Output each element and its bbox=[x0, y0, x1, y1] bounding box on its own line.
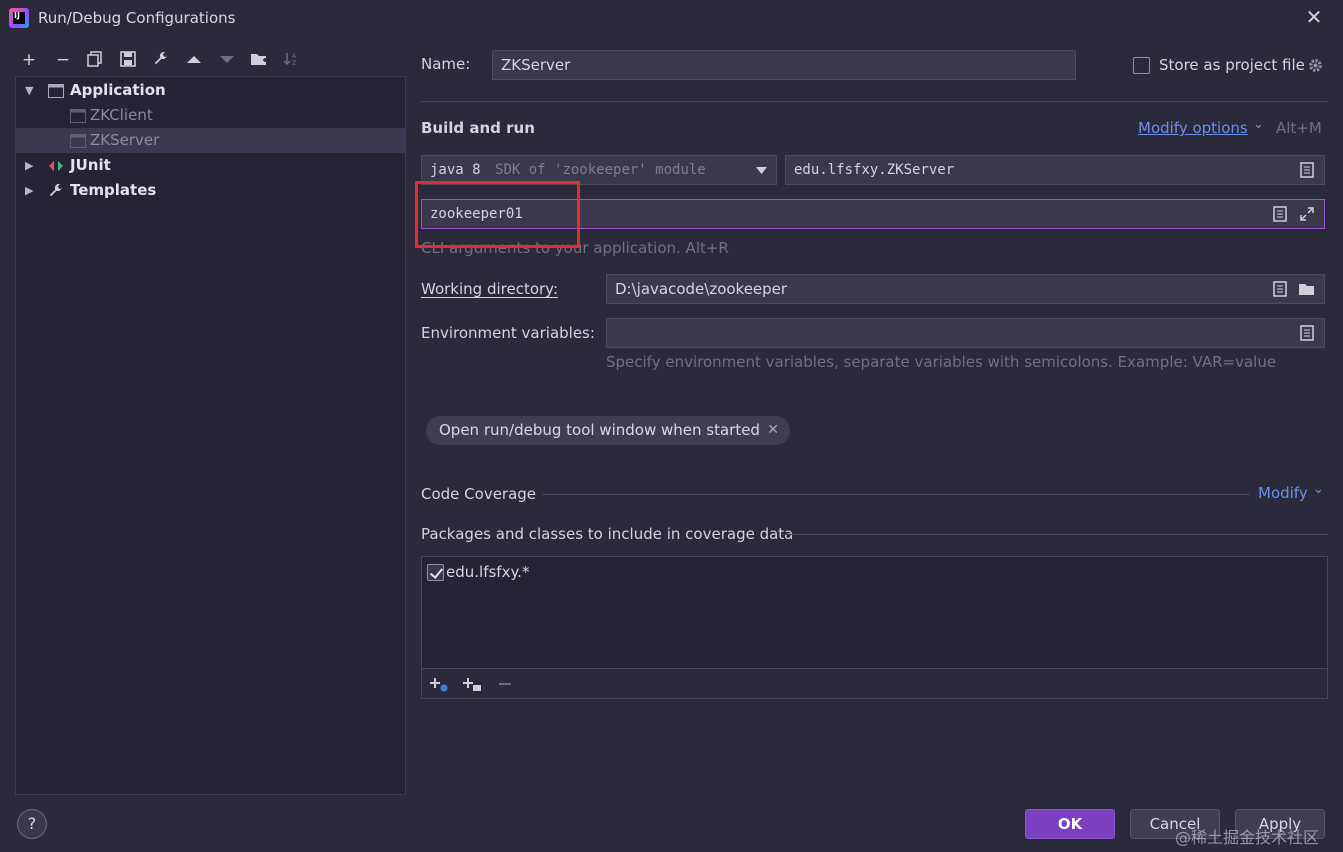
tree-item-zkserver[interactable]: ZKServer bbox=[16, 128, 405, 153]
application-icon bbox=[70, 109, 86, 123]
chevron-down-icon[interactable]: ▼ bbox=[25, 78, 37, 103]
modify-options-link[interactable]: Modify options bbox=[1138, 119, 1248, 137]
title-bar: IJ Run/Debug Configurations ✕ bbox=[0, 0, 1343, 38]
code-coverage-header: Code Coverage bbox=[421, 485, 537, 503]
watermark: @稀土掘金技术社区 bbox=[1175, 828, 1320, 847]
coverage-modify-link[interactable]: Modify bbox=[1258, 484, 1308, 502]
move-up-icon[interactable] bbox=[183, 48, 205, 72]
coverage-pattern-checkbox[interactable] bbox=[427, 564, 444, 581]
expand-icon[interactable] bbox=[1299, 206, 1315, 222]
copy-icon[interactable] bbox=[84, 48, 106, 72]
add-package-icon[interactable] bbox=[462, 676, 482, 692]
build-and-run-header: Build and run bbox=[421, 119, 535, 137]
store-as-project-file-checkbox[interactable] bbox=[1133, 57, 1150, 74]
browse-icon[interactable] bbox=[1272, 206, 1288, 222]
tree-group-application[interactable]: ▼ Application bbox=[16, 78, 405, 103]
main-class-input[interactable]: edu.lfsfxy.ZKServer bbox=[785, 155, 1325, 185]
remove-icon[interactable]: − bbox=[52, 48, 74, 72]
sort-icon[interactable]: AZ bbox=[280, 48, 302, 72]
coverage-packages-label: Packages and classes to include in cover… bbox=[421, 525, 794, 543]
modify-options-shortcut: Alt+M bbox=[1276, 119, 1322, 137]
separator bbox=[542, 494, 1250, 495]
application-icon bbox=[48, 84, 64, 98]
help-button[interactable]: ? bbox=[17, 809, 47, 839]
junit-icon bbox=[49, 161, 63, 171]
working-directory-label: Working directory: bbox=[421, 280, 559, 298]
gear-icon[interactable] bbox=[1307, 57, 1324, 74]
intellij-app-icon: IJ bbox=[9, 8, 29, 28]
coverage-patterns-list: edu.lfsfxy.* bbox=[421, 556, 1328, 699]
wrench-icon bbox=[49, 184, 62, 197]
tree-item-zkclient[interactable]: ZKClient bbox=[16, 103, 405, 128]
svg-text:A: A bbox=[292, 53, 297, 60]
store-as-project-file-label[interactable]: Store as project file bbox=[1159, 56, 1305, 74]
chevron-down-icon[interactable]: ⌄ bbox=[1313, 482, 1324, 497]
browse-icon[interactable] bbox=[1299, 325, 1315, 341]
tree-group-junit[interactable]: ▶ JUnit bbox=[16, 153, 405, 178]
name-label: Name: bbox=[421, 55, 471, 73]
new-folder-icon[interactable] bbox=[248, 48, 270, 72]
window-title: Run/Debug Configurations bbox=[38, 9, 236, 27]
ok-button[interactable]: OK bbox=[1025, 809, 1115, 839]
coverage-list-toolbar bbox=[422, 668, 1327, 698]
add-class-icon[interactable] bbox=[429, 676, 449, 692]
chevron-right-icon[interactable]: ▶ bbox=[25, 153, 37, 178]
wrench-icon[interactable] bbox=[150, 48, 172, 72]
add-icon[interactable]: + bbox=[18, 48, 40, 72]
separator bbox=[421, 101, 1328, 102]
application-icon bbox=[70, 134, 86, 148]
folder-icon[interactable] bbox=[1298, 281, 1316, 297]
environment-variables-hint: Specify environment variables, separate … bbox=[606, 353, 1277, 371]
coverage-pattern-label: edu.lfsfxy.* bbox=[446, 563, 530, 581]
chevron-right-icon[interactable]: ▶ bbox=[25, 178, 37, 203]
save-icon[interactable] bbox=[117, 48, 139, 72]
working-directory-input[interactable]: D:\javacode\zookeeper bbox=[606, 274, 1325, 304]
close-icon[interactable]: ✕ bbox=[1303, 6, 1325, 28]
environment-variables-label: Environment variables: bbox=[421, 324, 595, 342]
tree-group-templates[interactable]: ▶ Templates bbox=[16, 178, 405, 203]
highlight-box bbox=[415, 181, 580, 248]
chevron-down-icon[interactable]: ⌄ bbox=[1253, 117, 1264, 132]
name-input[interactable]: ZKServer bbox=[492, 50, 1076, 80]
svg-text:Z: Z bbox=[292, 60, 296, 67]
remove-icon[interactable] bbox=[497, 676, 513, 692]
move-down-icon[interactable] bbox=[216, 48, 238, 72]
configuration-tree: ▼ Application ZKClient ZKServer ▶ JUnit … bbox=[15, 76, 406, 795]
open-tool-window-chip[interactable]: Open run/debug tool window when started … bbox=[426, 416, 790, 445]
browse-icon[interactable] bbox=[1299, 162, 1315, 178]
environment-variables-input[interactable] bbox=[606, 318, 1325, 348]
browse-icon[interactable] bbox=[1272, 281, 1288, 297]
remove-chip-icon[interactable]: ✕ bbox=[767, 416, 779, 445]
separator bbox=[783, 534, 1328, 535]
chevron-down-icon bbox=[756, 167, 767, 174]
